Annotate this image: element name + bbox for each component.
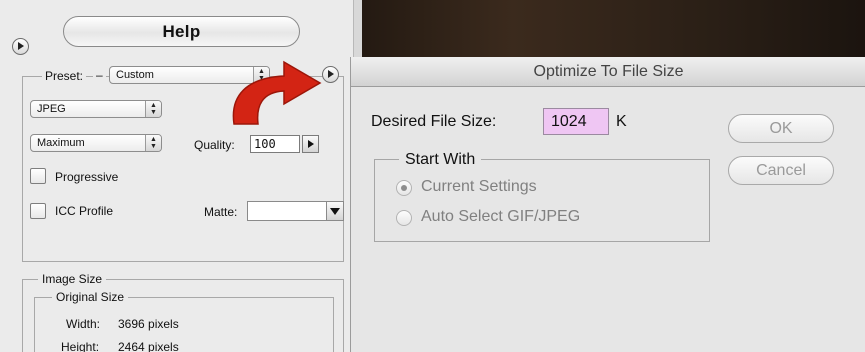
dialog-title: Optimize To File Size xyxy=(533,63,684,80)
ok-button[interactable]: OK xyxy=(728,114,834,143)
auto-select-gif-jpeg-radio[interactable] xyxy=(396,210,412,226)
file-format-value: JPEG xyxy=(37,103,66,115)
original-size-title: Original Size xyxy=(52,290,129,304)
current-settings-radio[interactable] xyxy=(396,180,412,196)
current-settings-label: Current Settings xyxy=(421,178,537,195)
file-format-popup[interactable]: JPEG ▲ ▼ xyxy=(30,100,162,118)
start-with-title: Start With xyxy=(399,151,482,169)
save-for-web-settings-panel: Help Preset: – Custom ▲ ▼ JPEG ▲ ▼ Maximum… xyxy=(0,0,363,352)
progressive-label: Progressive xyxy=(55,170,119,184)
radio-selected-dot xyxy=(401,185,407,191)
quality-slider-button[interactable] xyxy=(302,135,319,153)
matte-field[interactable] xyxy=(247,201,327,221)
desired-file-size-input[interactable]: 1024 xyxy=(543,108,609,135)
width-label: Width: xyxy=(66,317,101,331)
height-value: 2464 pixels xyxy=(118,340,179,352)
quality-preset-value: Maximum xyxy=(37,137,85,149)
play-triangle-icon xyxy=(18,42,24,50)
start-with-group-box xyxy=(374,159,710,242)
icc-profile-label: ICC Profile xyxy=(55,204,114,218)
red-arrow-annotation-icon xyxy=(232,60,322,125)
optimize-to-file-size-dialog: Optimize To File Size Desired File Size:… xyxy=(350,57,865,352)
play-triangle-icon xyxy=(328,70,334,78)
dialog-titlebar: Optimize To File Size xyxy=(351,57,865,87)
chevron-down-icon xyxy=(330,208,340,215)
preset-dash: – xyxy=(93,68,106,82)
popup-arrows-icon: ▲ ▼ xyxy=(145,135,161,151)
play-triangle-icon xyxy=(308,140,314,148)
height-label: Height: xyxy=(61,340,100,352)
panel-menu-button[interactable] xyxy=(12,38,29,55)
matte-label: Matte: xyxy=(204,205,238,219)
popup-arrows-icon: ▲ ▼ xyxy=(145,101,161,117)
preset-label: Preset: xyxy=(42,69,87,83)
quality-label: Quality: xyxy=(194,138,235,152)
help-button[interactable]: Help xyxy=(63,16,300,47)
quality-input[interactable]: 100 xyxy=(250,135,300,153)
auto-select-gif-jpeg-label: Auto Select GIF/JPEG xyxy=(421,208,581,225)
progressive-checkbox[interactable] xyxy=(30,168,46,184)
matte-dropdown-button[interactable] xyxy=(326,201,344,221)
desired-file-size-label: Desired File Size: xyxy=(371,113,497,130)
image-preview-background xyxy=(362,0,865,57)
cancel-button[interactable]: Cancel xyxy=(728,156,834,185)
preset-value: Custom xyxy=(116,69,154,81)
quality-preset-popup[interactable]: Maximum ▲ ▼ xyxy=(30,134,162,152)
file-size-unit: K xyxy=(616,113,627,130)
width-value: 3696 pixels xyxy=(118,317,179,331)
image-size-title: Image Size xyxy=(38,272,107,286)
icc-profile-checkbox[interactable] xyxy=(30,203,46,219)
